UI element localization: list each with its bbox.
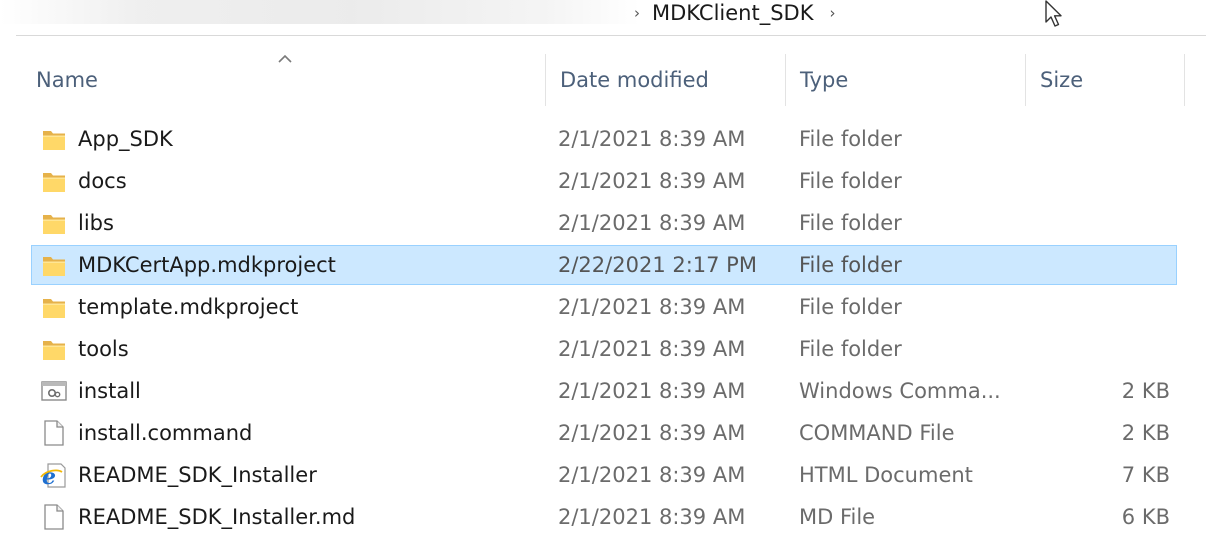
file-size: 7 KB (1121, 463, 1170, 487)
folder-icon (40, 251, 68, 279)
file-type: File folder (799, 337, 902, 361)
file-type: File folder (799, 295, 902, 319)
folder-icon (40, 125, 68, 153)
file-date-modified: 2/1/2021 8:39 AM (558, 421, 746, 445)
file-size (1040, 160, 1170, 202)
file-name: install.command (78, 421, 253, 445)
breadcrumb-faded-area (0, 0, 640, 24)
blank-file-icon (40, 503, 68, 531)
file-name: docs (78, 169, 127, 193)
folder-icon (40, 167, 68, 195)
file-date-modified: 2/1/2021 8:39 AM (558, 295, 746, 319)
file-date-modified: 2/1/2021 8:39 AM (558, 211, 746, 235)
file-name: install (78, 379, 141, 403)
file-list: App_SDK 2/1/2021 8:39 AM File folder docs 2/… (0, 118, 1206, 538)
file-type: File folder (799, 211, 902, 235)
column-header-row: Name Date modified Type Size (0, 54, 1206, 106)
batch-file-icon (40, 377, 68, 405)
file-row[interactable]: README_SDK_Installer.md 2/1/2021 8:39 AM M… (0, 496, 1206, 538)
column-header-name[interactable]: Name (22, 54, 545, 106)
ie-html-icon: e (40, 461, 68, 490)
file-name: README_SDK_Installer (78, 463, 317, 487)
mouse-cursor-icon (1045, 0, 1062, 27)
file-name: README_SDK_Installer.md (78, 505, 356, 529)
file-type: HTML Document (799, 463, 973, 487)
file-date-modified: 2/1/2021 8:39 AM (558, 169, 746, 193)
file-date-modified: 2/1/2021 8:39 AM (558, 337, 746, 361)
file-name: App_SDK (78, 127, 173, 151)
folder-icon (40, 293, 68, 321)
file-name: libs (78, 211, 114, 235)
divider (16, 35, 1206, 36)
file-type: File folder (799, 169, 902, 193)
column-header-date-modified[interactable]: Date modified (545, 54, 785, 106)
file-row[interactable]: docs 2/1/2021 8:39 AM File folder (0, 160, 1206, 202)
file-row[interactable]: install.command 2/1/2021 8:39 AM COMMAND F… (0, 412, 1206, 454)
file-name: MDKCertApp.mdkproject (78, 253, 336, 277)
file-size (1040, 202, 1170, 244)
chevron-right-icon[interactable]: › (829, 4, 835, 22)
file-size (1040, 286, 1170, 328)
file-date-modified: 2/1/2021 8:39 AM (558, 463, 746, 487)
file-row[interactable]: libs 2/1/2021 8:39 AM File folder (0, 202, 1206, 244)
file-row[interactable]: template.mdkproject 2/1/2021 8:39 AM File … (0, 286, 1206, 328)
file-date-modified: 2/1/2021 8:39 AM (558, 127, 746, 151)
file-type: Windows Comma... (799, 379, 1001, 403)
folder-icon (40, 335, 68, 363)
column-header-type[interactable]: Type (785, 54, 1025, 106)
column-header-size[interactable]: Size (1025, 54, 1185, 106)
file-date-modified: 2/22/2021 2:17 PM (558, 253, 757, 277)
file-explorer: › MDKClient_SDK › Name Date modified Typ… (0, 0, 1206, 556)
file-type: File folder (799, 253, 902, 277)
file-name: tools (78, 337, 129, 361)
file-size (1040, 118, 1170, 160)
chevron-right-icon[interactable]: › (634, 4, 640, 22)
svg-text:e: e (42, 464, 56, 489)
blank-file-icon (40, 419, 68, 447)
file-row[interactable]: tools 2/1/2021 8:39 AM File folder (0, 328, 1206, 370)
file-row[interactable]: App_SDK 2/1/2021 8:39 AM File folder (0, 118, 1206, 160)
file-type: COMMAND File (799, 421, 955, 445)
file-size: 6 KB (1121, 505, 1170, 529)
file-size: 2 KB (1121, 379, 1170, 403)
breadcrumb: › MDKClient_SDK › (630, 0, 835, 26)
file-row[interactable]: MDKCertApp.mdkproject 2/22/2021 2:17 PM Fi… (0, 244, 1206, 286)
file-row[interactable]: e README_SDK_Installer 2/1/2021 8:39 AM HTM… (0, 454, 1206, 496)
file-type: File folder (799, 127, 902, 151)
file-date-modified: 2/1/2021 8:39 AM (558, 505, 746, 529)
file-name: template.mdkproject (78, 295, 299, 319)
folder-icon (40, 209, 68, 237)
file-date-modified: 2/1/2021 8:39 AM (558, 379, 746, 403)
breadcrumb-item-current[interactable]: MDKClient_SDK (652, 1, 813, 25)
file-size (1040, 328, 1170, 370)
file-type: MD File (799, 505, 876, 529)
file-row[interactable]: install 2/1/2021 8:39 AM Windows Comma... 2… (0, 370, 1206, 412)
file-size (1040, 244, 1170, 286)
file-size: 2 KB (1121, 421, 1170, 445)
